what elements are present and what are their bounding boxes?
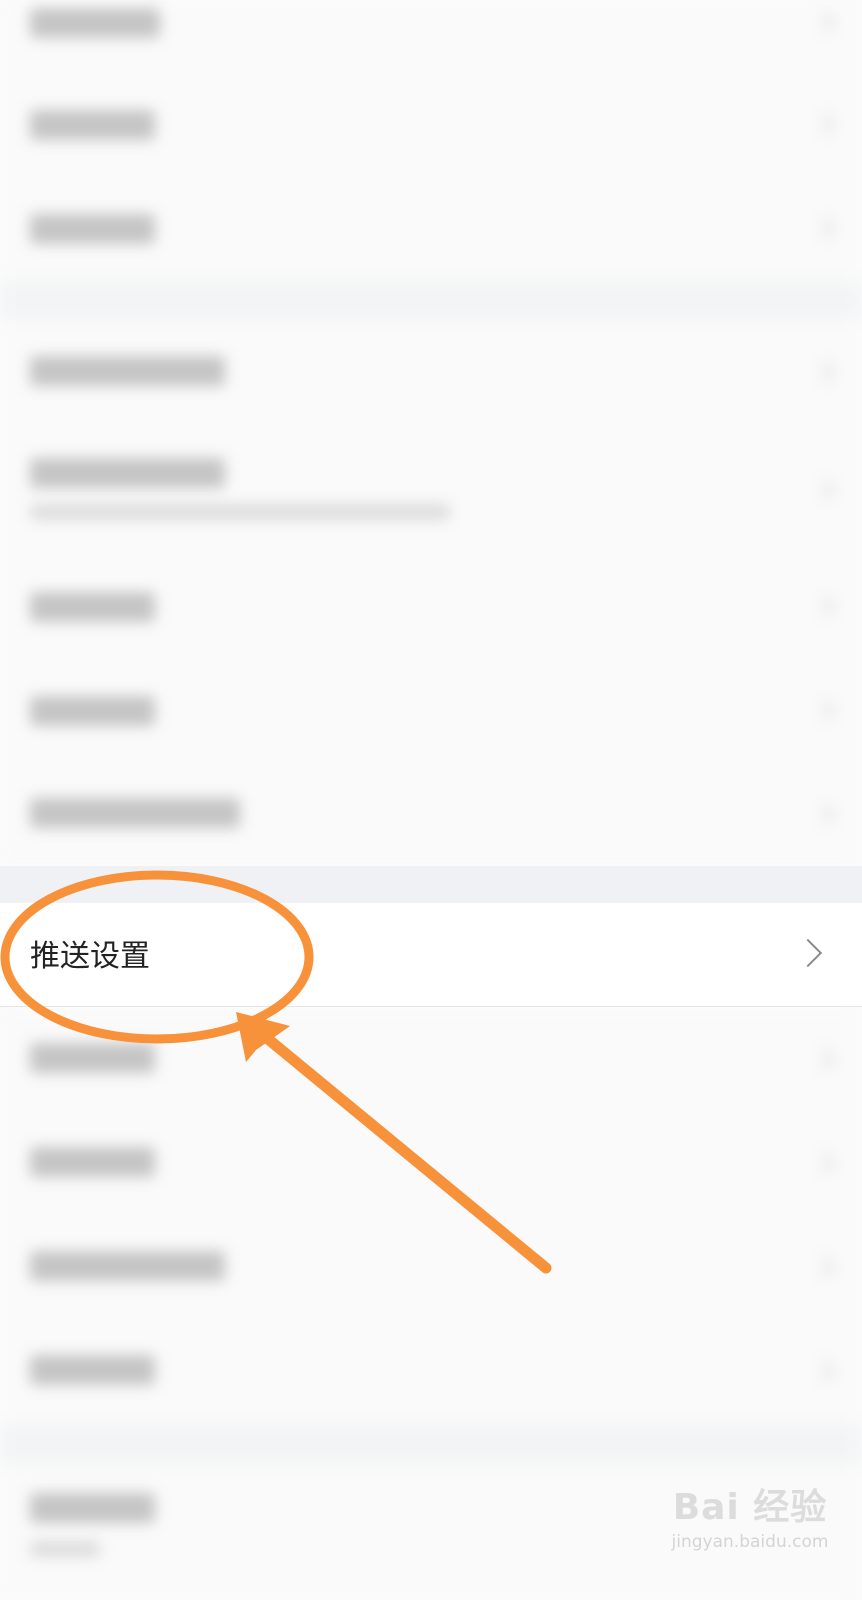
settings-row-blurred[interactable] — [0, 0, 862, 72]
watermark-brand: Bai 经验 — [672, 1487, 828, 1528]
settings-screen: 推送设置 Bai 经验 jingyan.baidu.com — [0, 0, 862, 1600]
push-settings-label: 推送设置 — [30, 939, 150, 974]
section-gap — [0, 866, 862, 903]
settings-row-blurred[interactable] — [0, 320, 862, 424]
settings-row-blurred[interactable] — [0, 1007, 862, 1111]
settings-row-blurred[interactable] — [0, 72, 862, 176]
settings-row-blurred[interactable] — [0, 1111, 862, 1215]
watermark-site: jingyan.baidu.com — [671, 1532, 829, 1552]
section-gap — [0, 280, 862, 320]
settings-row-blurred[interactable] — [0, 176, 862, 280]
settings-row-blurred[interactable] — [0, 1319, 862, 1423]
settings-row-blurred[interactable] — [0, 658, 862, 762]
settings-row-blurred[interactable] — [0, 554, 862, 658]
settings-row-blurred[interactable] — [0, 762, 862, 866]
blurred-settings-list — [0, 0, 862, 1600]
chevron-right-icon — [793, 938, 823, 968]
settings-row-blurred[interactable] — [0, 424, 862, 554]
watermark: Bai 经验 jingyan.baidu.com — [650, 1478, 850, 1552]
push-settings-row[interactable]: 推送设置 — [0, 903, 862, 1007]
section-gap — [0, 1423, 862, 1465]
settings-row-blurred[interactable] — [0, 1215, 862, 1319]
